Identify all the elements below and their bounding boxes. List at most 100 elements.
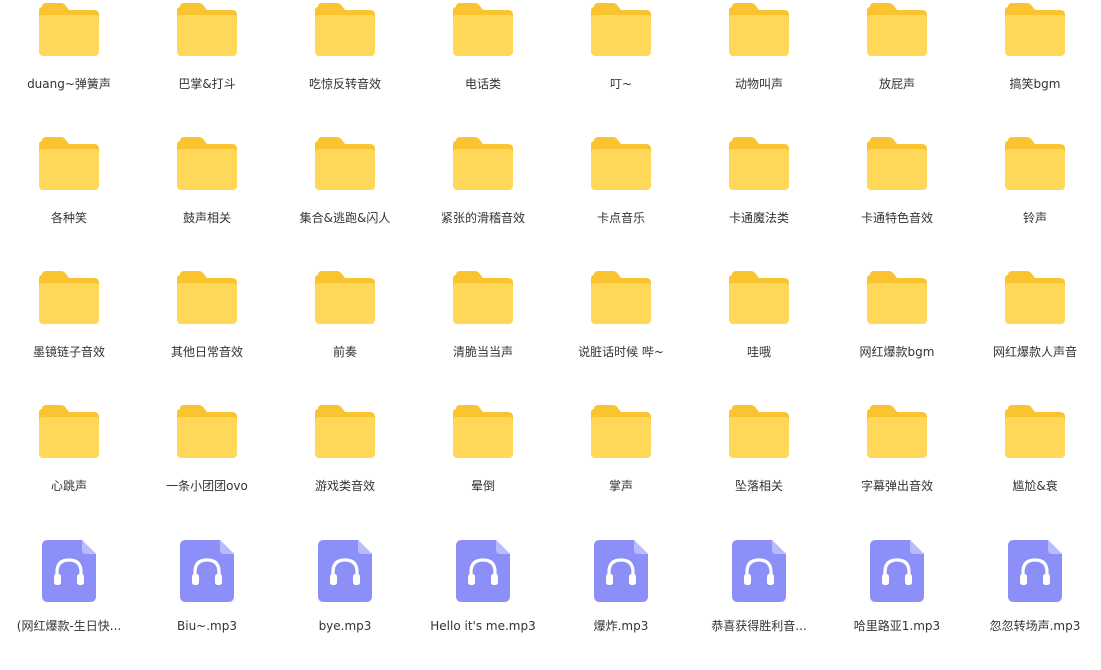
- folder-item[interactable]: 尴尬&衰: [966, 402, 1101, 536]
- folder-icon: [866, 271, 928, 325]
- folder-item[interactable]: 巴掌&打斗: [138, 0, 276, 134]
- folder-item[interactable]: 一条小团团ovo: [138, 402, 276, 536]
- item-label: 说脏话时候 哔~: [578, 345, 664, 359]
- item-label: 忽忽转场声.mp3: [989, 619, 1081, 633]
- folder-icon: [314, 271, 376, 325]
- item-label: 恭喜获得胜利音...: [711, 619, 807, 633]
- file-item[interactable]: 爆炸.mp3: [552, 536, 690, 670]
- file-item[interactable]: 哈里路亚1.mp3: [828, 536, 966, 670]
- folder-icon: [728, 137, 790, 191]
- item-label: 卡通特色音效: [860, 211, 933, 225]
- folder-icon: [1004, 3, 1066, 57]
- item-label: 紧张的滑稽音效: [440, 211, 525, 225]
- audio-file-icon: [594, 540, 648, 602]
- folder-icon: [590, 271, 652, 325]
- folder-item[interactable]: 各种笑: [0, 134, 138, 268]
- folder-item[interactable]: 掌声: [552, 402, 690, 536]
- folder-item[interactable]: 卡通特色音效: [828, 134, 966, 268]
- audio-file-icon: [318, 540, 372, 602]
- folder-icon: [452, 3, 514, 57]
- item-label: 鼓声相关: [182, 211, 231, 225]
- item-label: 放屁声: [878, 77, 915, 91]
- folder-item[interactable]: 清脆当当声: [414, 268, 552, 402]
- item-label: 吃惊反转音效: [308, 77, 381, 91]
- folder-icon: [590, 137, 652, 191]
- item-label: 晕倒: [470, 479, 495, 493]
- folder-icon: [728, 3, 790, 57]
- folder-icon: [728, 405, 790, 459]
- folder-item[interactable]: 游戏类音效: [276, 402, 414, 536]
- item-label: duang~弹簧声: [27, 77, 111, 91]
- folder-item[interactable]: 铃声: [966, 134, 1101, 268]
- file-item[interactable]: (网红爆款-生日快...: [0, 536, 138, 670]
- audio-file-icon: [42, 540, 96, 602]
- folder-item[interactable]: duang~弹簧声: [0, 0, 138, 134]
- folder-icon: [38, 3, 100, 57]
- item-label: 卡点音乐: [596, 211, 645, 225]
- folder-icon: [314, 405, 376, 459]
- folder-item[interactable]: 说脏话时候 哔~: [552, 268, 690, 402]
- file-item[interactable]: Hello it's me.mp3: [414, 536, 552, 670]
- folder-item[interactable]: 晕倒: [414, 402, 552, 536]
- folder-item[interactable]: 放屁声: [828, 0, 966, 134]
- item-label: 清脆当当声: [452, 345, 513, 359]
- item-label: 动物叫声: [734, 77, 783, 91]
- folder-item[interactable]: 网红爆款人声音: [966, 268, 1101, 402]
- folder-item[interactable]: 网红爆款bgm: [828, 268, 966, 402]
- folder-item[interactable]: 哇哦: [690, 268, 828, 402]
- item-label: 游戏类音效: [314, 479, 375, 493]
- folder-icon: [452, 271, 514, 325]
- folder-icon: [590, 3, 652, 57]
- item-label: 叮~: [609, 77, 633, 91]
- item-label: 哇哦: [746, 345, 771, 359]
- folder-item[interactable]: 动物叫声: [690, 0, 828, 134]
- folder-item[interactable]: 电话类: [414, 0, 552, 134]
- file-item[interactable]: 忽忽转场声.mp3: [966, 536, 1101, 670]
- file-item[interactable]: 恭喜获得胜利音...: [690, 536, 828, 670]
- folder-item[interactable]: 前奏: [276, 268, 414, 402]
- item-label: 一条小团团ovo: [166, 479, 248, 493]
- folder-item[interactable]: 其他日常音效: [138, 268, 276, 402]
- item-label: 哈里路亚1.mp3: [853, 619, 941, 633]
- audio-file-icon: [1008, 540, 1062, 602]
- folder-icon: [314, 137, 376, 191]
- folder-item[interactable]: 集合&逃跑&闪人: [276, 134, 414, 268]
- folder-item[interactable]: 卡通魔法类: [690, 134, 828, 268]
- folder-icon: [176, 3, 238, 57]
- folder-icon: [38, 271, 100, 325]
- folder-icon: [1004, 405, 1066, 459]
- folder-item[interactable]: 紧张的滑稽音效: [414, 134, 552, 268]
- item-label: 集合&逃跑&闪人: [299, 211, 391, 225]
- item-label: 卡通魔法类: [728, 211, 789, 225]
- folder-icon: [38, 405, 100, 459]
- folder-icon: [728, 271, 790, 325]
- item-label: 各种笑: [50, 211, 87, 225]
- folder-item[interactable]: 心跳声: [0, 402, 138, 536]
- item-label: 铃声: [1022, 211, 1047, 225]
- folder-item[interactable]: 鼓声相关: [138, 134, 276, 268]
- folder-icon: [590, 405, 652, 459]
- item-label: 其他日常音效: [170, 345, 243, 359]
- item-label: 尴尬&衰: [1012, 479, 1058, 493]
- folder-icon: [452, 405, 514, 459]
- folder-item[interactable]: 墨镜链子音效: [0, 268, 138, 402]
- audio-file-icon: [870, 540, 924, 602]
- file-item[interactable]: Biu~.mp3: [138, 536, 276, 670]
- folder-icon: [314, 3, 376, 57]
- folder-item[interactable]: 搞笑bgm: [966, 0, 1101, 134]
- folder-item[interactable]: 卡点音乐: [552, 134, 690, 268]
- folder-icon: [1004, 137, 1066, 191]
- folder-icon: [38, 137, 100, 191]
- item-label: 墨镜链子音效: [32, 345, 105, 359]
- item-label: 巴掌&打斗: [178, 77, 236, 91]
- folder-icon: [1004, 271, 1066, 325]
- folder-item[interactable]: 字幕弹出音效: [828, 402, 966, 536]
- folder-item[interactable]: 吃惊反转音效: [276, 0, 414, 134]
- item-label: 网红爆款bgm: [859, 345, 935, 359]
- item-label: 前奏: [332, 345, 357, 359]
- folder-item[interactable]: 叮~: [552, 0, 690, 134]
- folder-item[interactable]: 坠落相关: [690, 402, 828, 536]
- file-item[interactable]: bye.mp3: [276, 536, 414, 670]
- folder-icon: [176, 271, 238, 325]
- item-label: Hello it's me.mp3: [430, 619, 536, 633]
